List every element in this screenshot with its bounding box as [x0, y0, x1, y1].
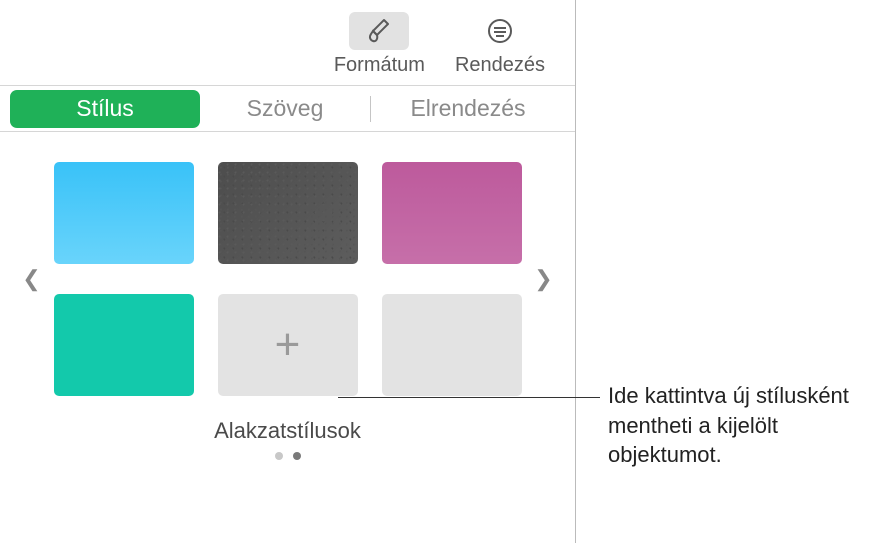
- style-swatch-pink[interactable]: [382, 162, 522, 264]
- format-sidebar: Formátum Rendezés Stílus Szöveg Elrendez…: [0, 0, 576, 543]
- style-swatch-empty[interactable]: [382, 294, 522, 396]
- arrange-icon: [470, 12, 530, 50]
- style-grid: +: [54, 162, 522, 396]
- callout-line: [338, 397, 600, 398]
- format-label: Formátum: [334, 54, 425, 77]
- tab-style[interactable]: Stílus: [10, 90, 200, 128]
- style-swatch-texture[interactable]: [218, 162, 358, 264]
- tab-text[interactable]: Szöveg: [200, 86, 370, 132]
- toolbar: Formátum Rendezés: [0, 0, 575, 86]
- format-button[interactable]: Formátum: [334, 12, 425, 77]
- plus-icon: +: [275, 323, 301, 367]
- page-dots: [0, 452, 575, 460]
- page-dot-1[interactable]: [275, 452, 283, 460]
- callout-text: Ide kattintva új stílusként mentheti a k…: [608, 381, 878, 470]
- arrange-button[interactable]: Rendezés: [455, 12, 545, 77]
- prev-styles-button[interactable]: ❮: [18, 259, 46, 299]
- add-style-button[interactable]: +: [218, 294, 358, 396]
- page-dot-2[interactable]: [293, 452, 301, 460]
- tab-bar: Stílus Szöveg Elrendezés: [0, 86, 575, 132]
- tab-layout[interactable]: Elrendezés: [371, 86, 565, 132]
- chevron-left-icon: ❮: [22, 266, 40, 292]
- next-styles-button[interactable]: ❯: [530, 259, 558, 299]
- style-swatch-blue[interactable]: [54, 162, 194, 264]
- brush-icon: [349, 12, 409, 50]
- style-swatch-teal[interactable]: [54, 294, 194, 396]
- section-title: Alakzatstílusok: [0, 418, 575, 444]
- style-area: ❮ + ❯ Alakzatstílusok: [0, 132, 575, 470]
- chevron-right-icon: ❯: [534, 266, 552, 292]
- arrange-label: Rendezés: [455, 54, 545, 77]
